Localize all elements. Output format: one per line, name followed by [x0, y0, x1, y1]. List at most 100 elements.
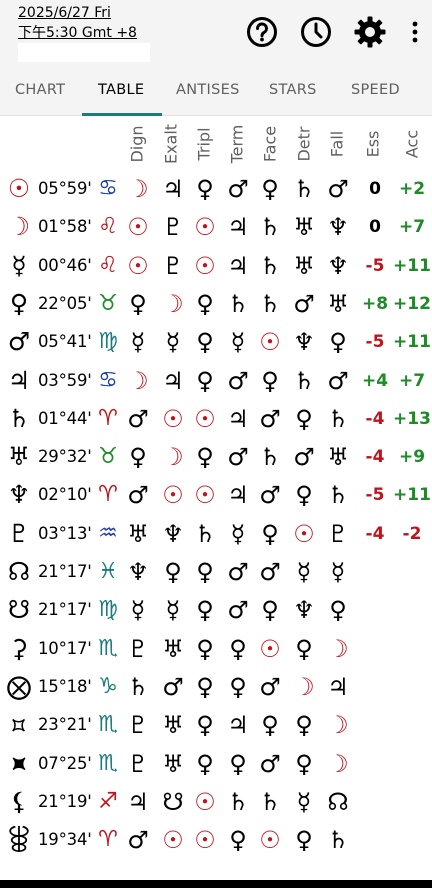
table-row[interactable]: ♀ 22°05' ♉ ♀ ☽ ♀ ♄ ♄ ♂ ♅ +8 +12 [0, 285, 432, 323]
position-text: 22°05' [38, 293, 92, 313]
planet-glyph: ⚸ [9, 786, 29, 816]
tab-table[interactable]: TABLE [98, 62, 144, 116]
cell-term: ♄ [227, 289, 249, 318]
essential-score: +8 [361, 293, 389, 314]
cell-fall: ♅ [327, 443, 349, 472]
table-row[interactable]: ☊ 21°17' ♓ ♆ ♀ ♀ ♂ ♂ ☿ ☿ [0, 553, 432, 591]
zodiac-sign-glyph: ♉ [98, 444, 118, 470]
essential-score [358, 706, 392, 744]
cell-exalt: ☽ [162, 443, 184, 472]
cell-exalt: ♆ [162, 519, 184, 548]
column-header-dign: Dign [127, 125, 147, 163]
cell-face: ♄ [259, 289, 281, 318]
tab-stars[interactable]: STARS [269, 62, 317, 116]
cell-term: ♂ [227, 366, 249, 395]
column-header-tripl: Tripl [194, 127, 214, 161]
essential-score: -4 [365, 523, 385, 544]
cell-term: ♀ [229, 749, 247, 778]
table-row[interactable]: ⚸ 21°19' ♐ ♃ ☋ ☉ ♄ ♄ ☿ ☊ [0, 783, 432, 821]
cell-face: ♄ [259, 213, 281, 242]
table-row[interactable]: ☽ 01°58' ♌ ☉ ♇ ☉ ♃ ♄ ♅ ♆ 0 +7 [0, 208, 432, 246]
table-row[interactable]: ⯏ 23°21' ♏ ♇ ♅ ♀ ♃ ♀ ♀ ☽ [0, 706, 432, 744]
accidental-score [392, 821, 432, 859]
position-text: 05°59' [38, 179, 92, 198]
cell-face: ♀ [261, 175, 279, 203]
table-row[interactable]: ♇ 03°13' ♒ ♅ ♆ ♄ ☿ ♀ ☉ ♇ -4 -2 [0, 515, 432, 553]
accidental-score: +11 [393, 485, 431, 506]
cell-term: ♃ [227, 213, 249, 242]
table-row[interactable]: ☿ 00°46' ♌ ☉ ♇ ☉ ♃ ♄ ♅ ♆ -5 +11 [0, 247, 432, 285]
accidental-score [392, 668, 432, 706]
column-header-acc: Acc [402, 129, 422, 159]
cell-exalt: ♅ [162, 749, 184, 778]
date-text[interactable]: 2025/6/27 Fri [18, 3, 137, 23]
cell-term: ♃ [227, 404, 249, 433]
cell-dign: ☉ [127, 251, 149, 280]
table-row[interactable]: ♆ 02°10' ♈ ♂ ☉ ☉ ♃ ♂ ♀ ♄ -5 +11 [0, 476, 432, 514]
time-text[interactable]: 下午5:30 Gmt +8 [18, 23, 137, 43]
table-row[interactable]: ♅ 29°32' ♉ ♀ ☽ ♀ ♂ ♄ ♂ ♅ -4 +9 [0, 438, 432, 476]
table-row[interactable]: ♄ 01°44' ♈ ♂ ☉ ☉ ♃ ♂ ♀ ♄ -4 +13 [0, 400, 432, 438]
zodiac-sign-glyph: ♍ [98, 329, 118, 355]
zodiac-sign-glyph: ♑ [98, 673, 118, 699]
cell-detr: ☽ [293, 672, 315, 701]
cell-exalt: ☽ [162, 289, 184, 318]
accidental-score: +13 [393, 408, 431, 429]
cell-face: ♂ [259, 558, 281, 586]
tab-antises[interactable]: ANTISES [176, 62, 240, 116]
more-vert-icon[interactable] [404, 12, 426, 52]
cell-tripl: ☉ [194, 404, 216, 433]
accidental-score: +2 [398, 179, 426, 199]
cell-fall: ♄ [327, 404, 349, 433]
cell-dign: ☽ [127, 175, 149, 203]
zodiac-sign-glyph: ♌ [98, 252, 118, 278]
table-row[interactable]: ☋ 21°17' ♍ ☿ ☿ ♀ ♂ ♀ ♆ ♀ [0, 591, 432, 629]
cell-fall: ♆ [327, 213, 349, 242]
position-text: 01°58' [38, 217, 92, 237]
planet-glyph: ♇ [7, 518, 31, 548]
cell-detr: ☉ [293, 519, 315, 548]
essential-score [358, 668, 392, 706]
zodiac-sign-glyph: ♈ [98, 482, 118, 508]
column-header-detr: Detr [294, 126, 314, 162]
essential-score: -4 [365, 408, 385, 429]
cell-fall: ♀ [329, 328, 347, 357]
cell-fall: ♆ [327, 251, 349, 280]
column-header-fall: Fall [327, 130, 347, 158]
cell-tripl: ♀ [196, 175, 214, 203]
table-row[interactable]: ⚳ 10°17' ♏ ♇ ♅ ♀ ♀ ☉ ♀ ☽ [0, 630, 432, 668]
clock-icon[interactable] [296, 12, 336, 52]
table-row[interactable]: ♃ 03°59' ♋ ☽ ♃ ♀ ♂ ♀ ♄ ♂ +4 +7 [0, 362, 432, 400]
tab-chart[interactable]: CHART [15, 62, 65, 116]
gear-icon[interactable] [350, 12, 390, 52]
cell-term: ♂ [227, 558, 249, 586]
cell-exalt: ♃ [162, 175, 184, 203]
datetime-display[interactable]: 2025/6/27 Fri 下午5:30 Gmt +8 [18, 3, 137, 43]
help-circle-icon[interactable] [242, 12, 282, 52]
cell-term: ♂ [227, 175, 249, 203]
tab-speed[interactable]: SPEED [351, 62, 400, 116]
planet-glyph: ☋ [7, 595, 31, 625]
cell-exalt: ♇ [162, 251, 184, 280]
cell-detr: ♀ [295, 634, 313, 663]
position-text: 23°21' [38, 715, 92, 735]
cell-dign: ♃ [127, 787, 149, 816]
table-row[interactable]: ♂ 05°41' ♍ ☿ ☿ ♀ ☿ ☉ ♆ ♀ -5 +11 [0, 323, 432, 361]
essential-score [358, 783, 392, 821]
cell-exalt: ☿ [165, 328, 181, 357]
table-row[interactable]: ☉ 05°59' ♋ ☽ ♃ ♀ ♂ ♀ ♄ ♂ 0 +2 [0, 170, 432, 208]
essential-score [358, 591, 392, 629]
table-row[interactable]: ⯚ 19°34' ♈ ♂ ☉ ☉ ♀ ☉ ♀ ♄ [0, 821, 432, 859]
essential-score: -5 [365, 332, 385, 353]
planet-glyph: ⨂ [6, 671, 32, 701]
cell-tripl: ☉ [194, 787, 216, 816]
cell-tripl: ☉ [194, 251, 216, 280]
position-text: 29°32' [38, 447, 92, 467]
cell-term: ♂ [227, 443, 249, 472]
table-row[interactable]: ⨂ 15°18' ♑ ♄ ♂ ♀ ♀ ♂ ☽ ♃ [0, 668, 432, 706]
accidental-score [392, 783, 432, 821]
table-row[interactable]: ⯍ 07°25' ♏ ♇ ♅ ♀ ♀ ♂ ♀ ☽ [0, 745, 432, 783]
cell-exalt: ♃ [162, 366, 184, 395]
position-text: 19°34' [38, 830, 92, 850]
cell-tripl: ♀ [196, 596, 214, 625]
